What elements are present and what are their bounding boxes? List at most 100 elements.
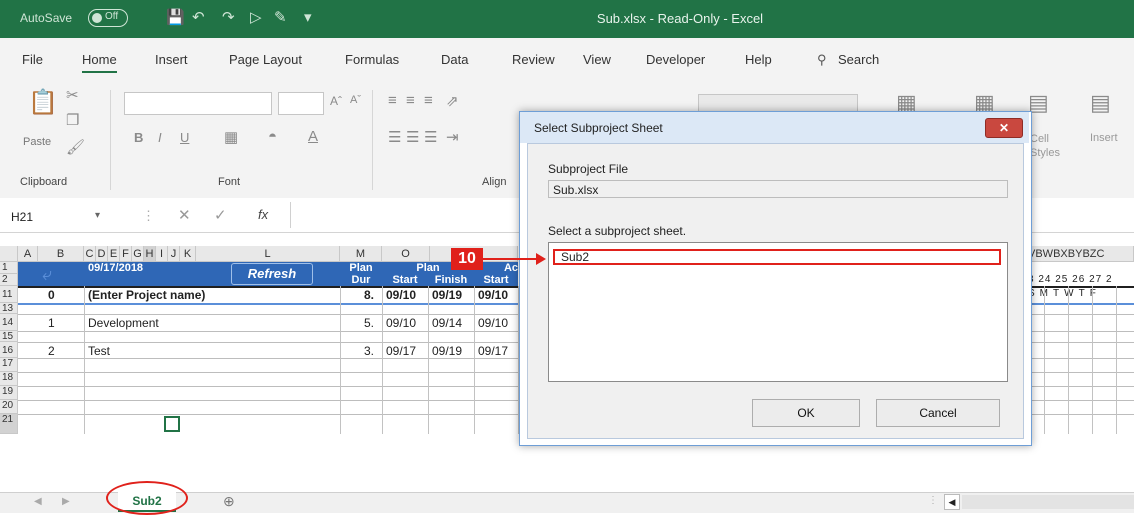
column-header[interactable]: B [38, 246, 84, 262]
formula-input[interactable] [290, 202, 521, 228]
column-header[interactable]: H [144, 246, 156, 262]
row-header[interactable]: 19 [0, 386, 18, 400]
next-sheet-icon[interactable]: ▶ [62, 496, 70, 507]
copy-icon[interactable]: ❐ [66, 111, 79, 129]
column-header[interactable]: M [340, 246, 382, 262]
column-headers-right[interactable]: VBWBXBYBZC [1028, 246, 1134, 262]
actual-start[interactable]: 09/17 [478, 344, 508, 358]
task-id[interactable]: 2 [48, 344, 55, 358]
sheet-list[interactable]: Sub2 [548, 242, 1008, 382]
sheet-list-item[interactable]: Sub2 [553, 249, 1001, 265]
plan-duration[interactable]: 5. [364, 316, 374, 330]
grow-font-icon[interactable]: Aˆ [330, 94, 342, 108]
confirm-entry-icon[interactable]: ✓ [214, 206, 227, 224]
tab-view[interactable]: View [583, 52, 611, 67]
column-header[interactable]: J [168, 246, 180, 262]
tab-file[interactable]: File [22, 52, 43, 67]
row-header[interactable]: 21 [0, 414, 18, 434]
active-cell[interactable] [164, 416, 180, 432]
cell-styles-label[interactable]: Cell Styles [1030, 132, 1080, 160]
tab-page-layout[interactable]: Page Layout [229, 52, 302, 67]
column-header[interactable]: BY [1068, 248, 1083, 260]
tab-home[interactable]: Home [82, 52, 117, 73]
cancel-entry-icon[interactable]: ✕ [178, 206, 191, 224]
borders-icon[interactable]: ▦ [224, 128, 238, 146]
plan-duration[interactable]: 3. [364, 344, 374, 358]
row-header[interactable]: 15 [0, 331, 18, 342]
plan-finish[interactable]: 09/19 [432, 288, 462, 302]
font-size-box[interactable] [278, 92, 324, 115]
cut-icon[interactable]: ✂ [66, 86, 79, 104]
column-header[interactable]: BW [1035, 248, 1053, 260]
search-icon[interactable]: ⚲ [817, 52, 827, 68]
redo-icon[interactable]: ↷ [222, 8, 235, 26]
tab-insert[interactable]: Insert [155, 52, 188, 67]
dialog-close-button[interactable]: ✕ [985, 118, 1023, 138]
align-center-icon[interactable]: ☰ [406, 128, 419, 146]
search-box[interactable]: Search [838, 52, 879, 67]
font-name-box[interactable] [124, 92, 272, 115]
font-color-icon[interactable]: A [308, 128, 318, 145]
refresh-button[interactable]: Refresh [231, 263, 313, 285]
add-sheet-icon[interactable]: ⊕ [223, 493, 235, 510]
column-header[interactable]: O [382, 246, 430, 262]
row-header[interactable]: 16 [0, 342, 18, 358]
underline-button[interactable]: U [180, 130, 189, 145]
column-header[interactable]: C [84, 246, 96, 262]
row-header[interactable]: 2 [0, 274, 18, 286]
row-header[interactable]: 20 [0, 400, 18, 414]
tab-developer[interactable]: Developer [646, 52, 705, 67]
prev-sheet-icon[interactable]: ◀ [34, 496, 42, 507]
function-icon[interactable]: fx [258, 207, 268, 222]
italic-button[interactable]: I [158, 130, 162, 145]
plan-finish[interactable]: 09/19 [432, 344, 462, 358]
select-all[interactable] [0, 246, 18, 262]
column-header[interactable]: I [156, 246, 168, 262]
align-left-icon[interactable]: ☰ [388, 128, 401, 146]
column-header[interactable]: F [120, 246, 132, 262]
bold-button[interactable]: B [134, 130, 143, 145]
ok-button[interactable]: OK [752, 399, 860, 427]
row-header[interactable]: 1 [0, 262, 18, 274]
align-middle-icon[interactable]: ≡ [406, 92, 415, 109]
cancel-button[interactable]: Cancel [876, 399, 1000, 427]
tab-data[interactable]: Data [441, 52, 468, 67]
column-header[interactable]: G [132, 246, 144, 262]
orientation-icon[interactable]: ⇗ [446, 92, 459, 110]
column-header[interactable]: BZ [1082, 248, 1096, 260]
undo-icon[interactable]: ↶ [192, 8, 205, 26]
column-header[interactable]: D [96, 246, 108, 262]
actual-start[interactable]: 09/10 [478, 316, 508, 330]
row-header[interactable]: 17 [0, 358, 18, 372]
align-right-icon[interactable]: ☰ [424, 128, 437, 146]
task-id[interactable]: 0 [48, 288, 55, 302]
plan-start[interactable]: 09/10 [386, 288, 416, 302]
name-box-dropdown-icon[interactable]: ▾ [95, 210, 100, 221]
column-header[interactable]: A [18, 246, 38, 262]
tab-formulas[interactable]: Formulas [345, 52, 399, 67]
task-name[interactable]: Development [88, 316, 159, 330]
column-header[interactable]: K [180, 246, 196, 262]
insert-cells-icon[interactable]: ▤ [1090, 90, 1111, 116]
autosave-toggle[interactable]: Off [88, 9, 128, 27]
name-box[interactable]: H21 ▾ [8, 206, 108, 227]
task-name[interactable]: Test [88, 344, 110, 358]
column-header[interactable]: L [196, 246, 340, 262]
scroll-left-icon[interactable]: ◀ [944, 494, 960, 510]
plan-start[interactable]: 09/10 [386, 316, 416, 330]
save-icon[interactable]: 💾 [166, 8, 185, 26]
plan-duration[interactable]: 8. [364, 288, 374, 302]
row-header[interactable]: 18 [0, 372, 18, 386]
column-header[interactable]: C [1097, 248, 1105, 260]
align-bottom-icon[interactable]: ≡ [424, 92, 433, 109]
insert-cells-label[interactable]: Insert [1090, 132, 1118, 144]
plan-start[interactable]: 09/17 [386, 344, 416, 358]
format-painter-icon[interactable]: 🖌 [66, 138, 85, 156]
shrink-font-icon[interactable]: Aˇ [350, 94, 361, 106]
column-header[interactable]: BX [1053, 248, 1068, 260]
plan-finish[interactable]: 09/14 [432, 316, 462, 330]
task-name[interactable]: (Enter Project name) [88, 288, 205, 302]
horizontal-scrollbar[interactable] [962, 495, 1134, 509]
fill-color-icon[interactable]: ◓ [268, 128, 277, 145]
customize-icon[interactable]: ▾ [304, 8, 312, 26]
